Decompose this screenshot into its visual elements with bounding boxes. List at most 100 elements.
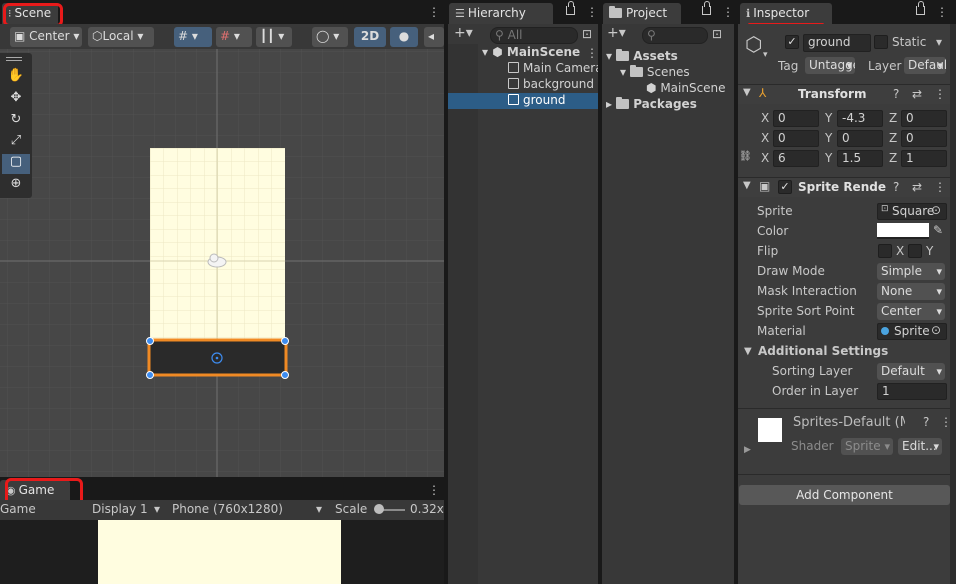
inspector-lock-icon[interactable] [916, 1, 925, 15]
tab-hierarchy[interactable]: ☰ Hierarchy [449, 3, 553, 24]
component-menu-icon[interactable]: ⋮ [940, 415, 952, 429]
hierarchy-search-input[interactable]: ⚲ All [490, 27, 578, 44]
game-view-dropdown[interactable]: Game [0, 502, 36, 516]
tag-dropdown[interactable]: Untagged [805, 57, 855, 74]
scene-menu-icon[interactable]: ⋮ [428, 6, 440, 18]
hand-tool-icon[interactable]: ✋ [4, 68, 28, 88]
preset-icon[interactable]: ⇄ [912, 180, 922, 194]
project-item-packages[interactable]: ▸ Packages [606, 97, 697, 111]
pivot-dropdown[interactable]: ▣ Center ▾ [10, 27, 82, 47]
move-tool-icon[interactable]: ✥ [4, 90, 28, 110]
add-component-button[interactable]: Add Component [739, 485, 950, 505]
inspector-scrollbar[interactable] [950, 24, 956, 584]
shader-dropdown[interactable]: Sprite [841, 438, 893, 455]
rect-handle-bl[interactable] [146, 371, 154, 379]
hierarchy-menu-icon[interactable]: ⋮ [586, 6, 598, 18]
sprite-renderer-enabled-checkbox[interactable]: ✓ [778, 180, 792, 194]
space-dropdown[interactable]: ⬡Local ▾ [88, 27, 154, 47]
transform-tool-icon[interactable]: ⊕ [4, 176, 28, 196]
toggle-2d-button[interactable]: 2D [354, 27, 386, 47]
material-foldout-icon[interactable]: ▶ [744, 445, 751, 455]
additional-settings-foldout-icon[interactable]: ▼ [744, 346, 752, 357]
position-z-input[interactable]: 0 [901, 110, 947, 127]
scale-x-input[interactable]: 6 [773, 150, 819, 167]
constrain-proportions-icon[interactable]: ⛓ [739, 151, 752, 162]
shader-edit-button[interactable]: Edit... [898, 438, 942, 455]
audio-button[interactable]: ◂ [424, 27, 444, 47]
project-lock-icon[interactable] [702, 1, 711, 15]
scale-tool-icon[interactable]: ⤢ [4, 133, 28, 153]
scene-viewport[interactable] [0, 49, 444, 477]
object-picker-icon[interactable]: ⊙ [931, 203, 941, 217]
object-name-input[interactable]: ground [803, 34, 871, 52]
scale-slider-thumb[interactable] [374, 504, 384, 514]
preset-icon[interactable]: ⇄ [912, 87, 922, 101]
project-search-input[interactable]: ⚲ [642, 27, 708, 44]
project-menu-icon[interactable]: ⋮ [722, 6, 734, 18]
hierarchy-item-main-camera[interactable]: Main Camera [508, 61, 603, 75]
folder-icon [616, 97, 630, 109]
object-picker-icon[interactable]: ⊙ [931, 323, 941, 337]
help-icon[interactable]: ? [923, 415, 929, 429]
color-swatch[interactable] [877, 223, 929, 239]
inspector-menu-icon[interactable]: ⋮ [936, 6, 948, 18]
rotation-x-input[interactable]: 0 [773, 130, 819, 147]
position-y-input[interactable]: -4.3 [837, 110, 883, 127]
additional-settings-label[interactable]: Additional Settings [758, 344, 888, 358]
gameobject-cube-icon [508, 78, 519, 89]
increment-snap-button[interactable]: # ▾ [216, 27, 252, 47]
layer-dropdown[interactable]: Default [904, 57, 946, 74]
tab-inspector[interactable]: ℹ Inspector [740, 3, 832, 24]
resolution-dropdown[interactable]: Phone (760x1280) [172, 502, 328, 516]
hierarchy-item-ground[interactable]: ground [508, 93, 565, 107]
draw-mode-button[interactable]: ◯ ▾ [312, 27, 348, 47]
static-caret-icon[interactable]: ▾ [936, 35, 942, 49]
ruler-button[interactable]: ┃┃ ▾ [256, 27, 292, 47]
project-filter-icon[interactable]: ⊡ [712, 27, 722, 41]
tab-project-label: Project [626, 6, 668, 20]
rotate-tool-icon[interactable]: ↻ [4, 112, 28, 132]
hierarchy-lock-icon[interactable] [566, 1, 575, 15]
order-in-layer-input[interactable]: 1 [877, 383, 947, 400]
flip-y-checkbox[interactable] [908, 244, 922, 258]
game-menu-icon[interactable]: ⋮ [428, 484, 440, 496]
hierarchy-add-button[interactable]: +▾ [454, 25, 473, 41]
tab-project[interactable]: Project [603, 3, 681, 24]
draw-mode-dropdown[interactable]: Simple [877, 263, 945, 280]
shader-label: Shader [791, 439, 834, 453]
hierarchy-filter-icon[interactable]: ⊡ [582, 27, 592, 41]
mask-interaction-dropdown[interactable]: None [877, 283, 945, 300]
hierarchy-item-background[interactable]: background [508, 77, 594, 91]
component-menu-icon[interactable]: ⋮ [934, 180, 946, 194]
project-add-button[interactable]: +▾ [607, 25, 626, 41]
hierarchy-item-mainscene[interactable]: ▾ ⬢ MainScene [482, 45, 580, 59]
grid-snap-button[interactable]: # ▾ [174, 27, 212, 47]
rect-tool-icon[interactable]: ▢ [2, 154, 30, 174]
mainscene-menu-icon[interactable]: ⋮ [586, 47, 598, 59]
lighting-button[interactable]: ● [390, 27, 418, 47]
sorting-layer-dropdown[interactable]: Default [877, 363, 945, 380]
component-menu-icon[interactable]: ⋮ [934, 87, 946, 101]
project-item-assets[interactable]: ▾ Assets [606, 49, 678, 63]
static-checkbox[interactable] [874, 35, 888, 49]
sprite-renderer-foldout-icon[interactable]: ▼ [743, 180, 751, 191]
scale-z-input[interactable]: 1 [901, 150, 947, 167]
rect-handle-br[interactable] [281, 371, 289, 379]
project-item-scenes[interactable]: ▾ Scenes [620, 65, 690, 79]
scale-y-input[interactable]: 1.5 [837, 150, 883, 167]
project-item-mainscene[interactable]: ⬢ MainScene [646, 81, 726, 95]
flip-x-checkbox[interactable] [878, 244, 892, 258]
help-icon[interactable]: ? [893, 87, 899, 101]
object-icon-caret[interactable]: ▾ [763, 50, 768, 60]
sprite-sort-point-dropdown[interactable]: Center [877, 303, 945, 320]
rotation-z-input[interactable]: 0 [901, 130, 947, 147]
object-active-checkbox[interactable]: ✓ [785, 35, 799, 49]
rotation-y-input[interactable]: 0 [837, 130, 883, 147]
help-icon[interactable]: ? [893, 180, 899, 194]
rect-handle-tr[interactable] [281, 337, 289, 345]
position-x-input[interactable]: 0 [773, 110, 819, 127]
transform-foldout-icon[interactable]: ▼ [743, 87, 751, 98]
eyedropper-icon[interactable]: ✎ [933, 223, 943, 237]
layer-label: Layer [868, 59, 902, 73]
rect-handle-tl[interactable] [146, 337, 154, 345]
